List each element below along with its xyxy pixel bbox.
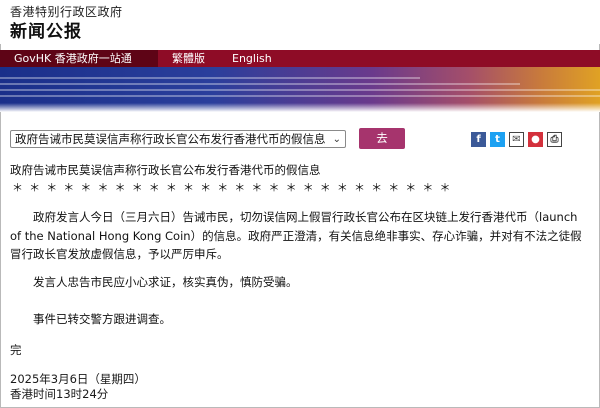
nav-english-link[interactable]: English [232, 50, 272, 67]
nav-govhk-link[interactable]: GovHK 香港政府一站通 [0, 50, 158, 67]
header-banner [0, 67, 600, 112]
page-header: 香港特别行政区政府 新闻公报 [0, 0, 600, 44]
top-nav-bar: GovHK 香港政府一站通 繁體版 English [0, 50, 600, 67]
article-title: 政府告诫市民莫误信声称行政长官公布发行香港代币的假信息 [10, 163, 321, 177]
article-date: 2025年3月6日（星期四） [10, 372, 146, 386]
facebook-icon[interactable]: f [471, 132, 486, 147]
article-paragraph-2: 发言人忠告市民应小心求证，核实真伪，慎防受骗。 [33, 275, 298, 289]
chevron-down-icon: ⌄ [332, 134, 341, 145]
article-paragraph-1: 政府发言人今日（三月六日）告诫市民，切勿误信网上假冒行政长官公布在区块链上发行香… [10, 210, 582, 261]
article-paragraph-3: 事件已转交警方跟进调查。 [33, 312, 171, 326]
section-title: 新闻公报 [10, 22, 82, 42]
go-button[interactable]: 去 [359, 128, 405, 149]
article-select[interactable]: 政府告诫市民莫误信声称行政长官公布发行香港代币的假信息 ⌄ [10, 130, 346, 148]
print-icon[interactable]: ⎙ [547, 132, 562, 147]
article-separator: ＊＊＊＊＊＊＊＊＊＊＊＊＊＊＊＊＊＊＊＊＊＊＊＊＊＊ [12, 181, 457, 194]
weibo-icon[interactable]: ● [528, 132, 543, 147]
article-time: 香港时间13时24分 [10, 387, 109, 401]
nav-traditional-link[interactable]: 繁體版 [172, 50, 205, 67]
twitter-icon[interactable]: t [490, 132, 505, 147]
article-end-mark: 完 [10, 343, 22, 357]
email-icon[interactable]: ✉ [509, 132, 524, 147]
article-select-value: 政府告诫市民莫误信声称行政长官公布发行香港代币的假信息 [15, 132, 326, 146]
